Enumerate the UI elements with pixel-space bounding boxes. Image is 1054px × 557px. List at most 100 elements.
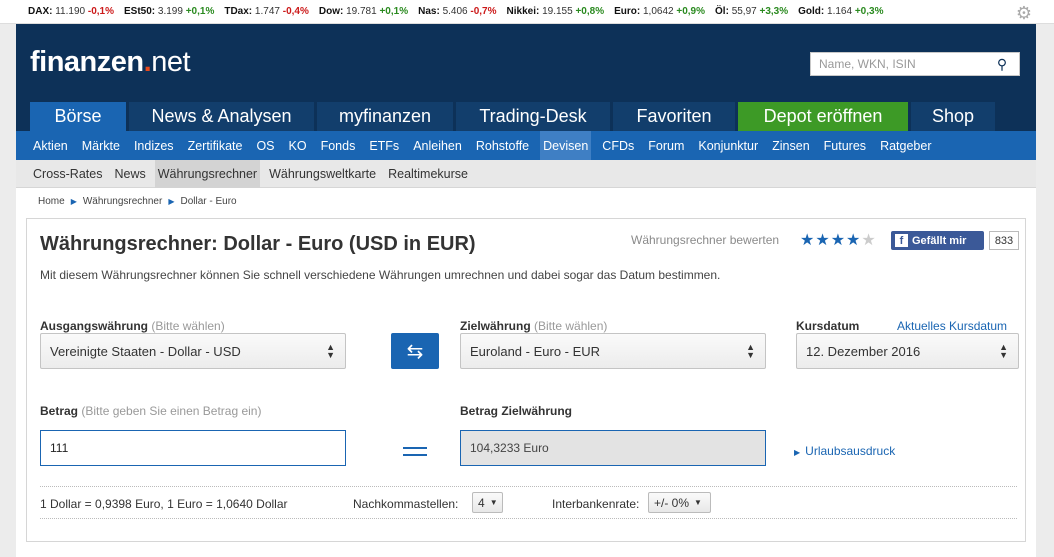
ticker-item[interactable]: Gold: 1.164 +0,3% [798, 6, 883, 17]
swap-currencies-button[interactable]: ⇆ [391, 333, 439, 369]
search-icon[interactable]: ⚲ [991, 56, 1013, 73]
logo-net: net [151, 46, 191, 78]
subnav-item-anleihen[interactable]: Anleihen [410, 131, 465, 160]
thirdnav-item-währungsweltkarte[interactable]: Währungsweltkarte [266, 160, 379, 188]
date-select[interactable]: 12. Dezember 2016 ▲ ▼ [796, 333, 1019, 369]
ticker-item[interactable]: ESt50: 3.199 +0,1% [124, 6, 214, 17]
ticker-value: 19.781 [346, 6, 377, 17]
rating-stars[interactable]: ★★★★★ [800, 230, 877, 250]
logo[interactable]: finanzen.net [30, 46, 191, 79]
subnav-item-fonds[interactable]: Fonds [318, 131, 359, 160]
rating-label: Währungsrechner bewerten [631, 233, 780, 247]
thirdnav-item-news[interactable]: News [111, 160, 148, 188]
subnav-item-indizes[interactable]: Indizes [131, 131, 177, 160]
target-currency-value: Euroland - Euro - EUR [470, 343, 601, 359]
subnav-item-futures[interactable]: Futures [821, 131, 869, 160]
logo-main: finanzen [30, 46, 144, 78]
ticker-item[interactable]: TDax: 1.747 -0,4% [224, 6, 309, 17]
sub-nav: Aktien Märkte Indizes Zertifikate OS KO Fonds E… [16, 131, 1036, 160]
ticker-item[interactable]: Öl: 55,97 +3,3% [715, 6, 788, 17]
breadcrumb-waehrungsrechner[interactable]: Währungsrechner [83, 196, 162, 207]
facebook-icon: f [895, 234, 908, 247]
ticker-item[interactable]: Nikkei: 19.155 +0,8% [507, 6, 605, 17]
current-date-link[interactable]: Aktuelles Kursdatum [897, 319, 1007, 333]
breadcrumb: Home ▶ Währungsrechner ▶ Dollar - Euro [38, 196, 237, 207]
subnav-item-os[interactable]: OS [253, 131, 277, 160]
content-area: Home ▶ Währungsrechner ▶ Dollar - Euro W… [16, 188, 1036, 557]
ticker-name: Gold: [798, 6, 825, 17]
gear-icon[interactable]: ⚙ [1016, 3, 1032, 24]
ticker-item[interactable]: Nas: 5.406 -0,7% [418, 6, 496, 17]
chevron-right-icon: ▶ [70, 197, 77, 206]
tab-boerse[interactable]: Börse [30, 102, 126, 131]
subnav-item-ratgeber[interactable]: Ratgeber [877, 131, 934, 160]
ticker-name: Nikkei: [506, 6, 540, 17]
tab-favoriten[interactable]: Favoriten [613, 102, 735, 131]
ticker-item[interactable]: Euro: 1,0642 +0,9% [614, 6, 705, 17]
date-value: 12. Dezember 2016 [806, 343, 921, 359]
ticker-item[interactable]: DAX: 11.190 -0,1% [28, 6, 114, 17]
decimals-select[interactable]: 4 ▼ [472, 492, 503, 513]
target-currency-select[interactable]: Euroland - Euro - EUR ▲ ▼ [460, 333, 766, 369]
ticker-bar: DAX: 11.190 -0,1% ESt50: 3.199 +0,1% TDax:… [0, 0, 1054, 24]
amount-hint: (Bitte geben Sie einen Betrag ein) [81, 404, 262, 418]
ticker-change: +0,8% [575, 6, 605, 17]
ticker-value: 3.199 [157, 6, 183, 17]
subnav-item-devisen[interactable]: Devisen [540, 131, 592, 160]
ticker-value: 55,97 [731, 6, 757, 17]
thirdnav-item-realtimekurse[interactable]: Realtimekurse [385, 160, 471, 188]
ticker-item[interactable]: Dow: 19.781 +0,1% [319, 6, 408, 17]
tab-shop[interactable]: Shop [911, 102, 995, 131]
equals-icon-bar-bottom [403, 454, 427, 456]
subnav-item-forum[interactable]: Forum [645, 131, 687, 160]
tab-depot-eroeffnen[interactable]: Depot eröffnen [738, 102, 908, 131]
subnav-item-rohstoffe[interactable]: Rohstoffe [473, 131, 532, 160]
ticker-value: 5.406 [442, 6, 468, 17]
print-link[interactable]: ▶ Urlaubsausdruck [794, 444, 895, 458]
chevron-down-icon: ▼ [489, 498, 498, 507]
ticker-change: +0,3% [854, 6, 884, 17]
star-icons-filled[interactable]: ★★★★ [800, 232, 861, 249]
subnav-item-konjunktur[interactable]: Konjunktur [695, 131, 761, 160]
target-currency-label-text: Zielwährung [460, 319, 531, 333]
ticker-value: 1.164 [827, 6, 853, 17]
subnav-item-märkte[interactable]: Märkte [79, 131, 123, 160]
ticker-change: -0,7% [470, 6, 497, 17]
source-currency-value: Vereinigte Staaten - Dollar - USD [50, 343, 241, 359]
facebook-like-button[interactable]: f Gefällt mir [891, 231, 984, 250]
amount-label: Betrag (Bitte geben Sie einen Betrag ein… [40, 404, 261, 418]
subnav-item-ko[interactable]: KO [286, 131, 310, 160]
subnav-item-cfds[interactable]: CFDs [599, 131, 637, 160]
amount-input[interactable]: 111 [40, 430, 346, 466]
search-input[interactable] [811, 57, 991, 71]
equals-icon [403, 447, 427, 461]
source-currency-select[interactable]: Vereinigte Staaten - Dollar - USD ▲ ▼ [40, 333, 346, 369]
ticker-change: +0,9% [676, 6, 706, 17]
ticker-value: 19.155 [542, 6, 573, 17]
date-label: Kursdatum [796, 319, 860, 333]
page-description: Mit diesem Währungsrechner können Sie sc… [40, 268, 721, 282]
ticker-name: DAX: [28, 6, 53, 17]
select-arrows-icon: ▲ ▼ [746, 342, 755, 360]
facebook-like-count: 833 [989, 231, 1019, 250]
decimals-label: Nachkommastellen: [353, 497, 459, 511]
select-arrows-icon: ▲ ▼ [999, 342, 1008, 360]
calculator-box: Währungsrechner: Dollar - Euro (USD in E… [26, 218, 1026, 542]
interbank-select[interactable]: +/- 0% ▼ [648, 492, 711, 513]
source-currency-label-text: Ausgangswährung [40, 319, 149, 333]
subnav-item-zinsen[interactable]: Zinsen [769, 131, 813, 160]
thirdnav-item-währungsrechner[interactable]: Währungsrechner [154, 159, 261, 188]
ticker-change: -0,1% [87, 6, 114, 17]
ticker-change: +0,1% [185, 6, 215, 17]
thirdnav-item-cross-rates[interactable]: Cross-Rates [30, 160, 105, 188]
subnav-item-aktien[interactable]: Aktien [30, 131, 71, 160]
tab-trading-desk[interactable]: Trading-Desk [456, 102, 610, 131]
breadcrumb-home[interactable]: Home [38, 196, 65, 207]
subnav-item-etfs[interactable]: ETFs [366, 131, 402, 160]
interbank-value: +/- 0% [654, 495, 690, 510]
tab-news-analysen[interactable]: News & Analysen [129, 102, 314, 131]
tab-myfinanzen[interactable]: myfinanzen [317, 102, 453, 131]
subnav-item-zertifikate[interactable]: Zertifikate [185, 131, 246, 160]
page-title: Währungsrechner: Dollar - Euro (USD in E… [40, 233, 476, 255]
star-icon-empty[interactable]: ★ [861, 232, 876, 249]
